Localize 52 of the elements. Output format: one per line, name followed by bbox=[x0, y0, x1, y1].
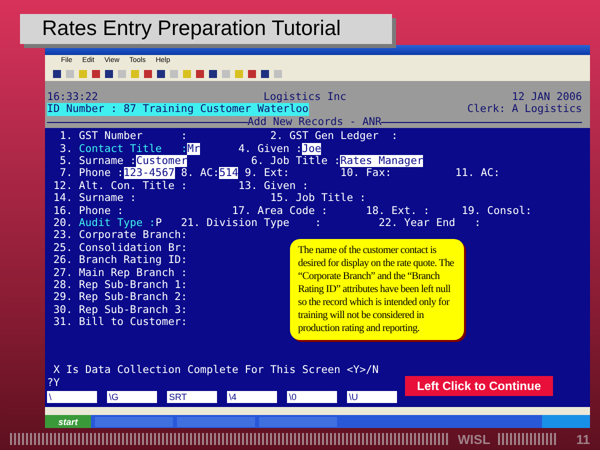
field-value: 123-4567 bbox=[124, 167, 175, 180]
callout-note: The name of the customer contact is desired for display on the rate quote. The “Corporate Branch” and the “Branch Rating ID” attributes have been left null so the record which is intended only for training will not be considered in production rating and reporting. bbox=[290, 239, 464, 340]
page-number: 11 bbox=[576, 432, 590, 446]
terminal-text: 30. Rep Sub-Branch 3: bbox=[52, 304, 188, 316]
continue-button[interactable]: Left Click to Continue bbox=[405, 376, 553, 396]
field-label: Audit Type : bbox=[78, 216, 156, 229]
taskbar-button[interactable] bbox=[95, 416, 173, 426]
terminal-prompt: X Is Data Collection Complete For This Screen <Y>/N bbox=[52, 364, 379, 376]
terminal-text: 29. Rep Sub-Branch 2: bbox=[52, 291, 188, 304]
terminal-answer: ?Y bbox=[47, 376, 60, 389]
field-value: Rates Manager bbox=[340, 155, 424, 167]
terminal-text: 31. Bill to Customer: bbox=[52, 316, 188, 328]
input-field[interactable]: \4 bbox=[227, 391, 277, 404]
input-field[interactable]: \0 bbox=[287, 391, 337, 404]
field-value: Joe bbox=[302, 142, 322, 155]
taskbar-button[interactable] bbox=[259, 416, 337, 426]
terminal-text: 16. Phone : 17. Area Code : 18. Ext. : 19. Consol: bbox=[52, 204, 532, 217]
input-field[interactable]: \U bbox=[347, 391, 397, 404]
field-value: 514 bbox=[219, 167, 238, 180]
terminal-text: 9. Ext: 10. Fax: 11. AC: bbox=[244, 167, 500, 180]
input-field[interactable]: \G bbox=[107, 391, 157, 404]
terminal-text: 14. Surname : 15. Job Title : bbox=[52, 192, 366, 204]
terminal-text: 28. Rep Sub-Branch 1: bbox=[52, 278, 188, 291]
input-field[interactable]: \ bbox=[47, 391, 97, 404]
terminal-text: 7. Phone : bbox=[58, 167, 124, 180]
system-tray bbox=[542, 415, 590, 428]
slide-title: Rates Entry Preparation Tutorial bbox=[20, 14, 392, 44]
terminal-text: 3. bbox=[58, 142, 74, 155]
terminal-text: P 21. Division Type : 22. Year End : bbox=[155, 216, 481, 229]
terminal-text: 8. AC: bbox=[180, 167, 220, 180]
screen-title: Add New Records - ANR bbox=[248, 116, 382, 128]
field-label: Contact Title : bbox=[78, 142, 188, 155]
field-value: Customer bbox=[136, 155, 188, 167]
terminal-time: 16:33:22 bbox=[47, 91, 98, 104]
terminal-text: 5. Surname : bbox=[58, 155, 136, 167]
field-value: Mr bbox=[187, 142, 200, 155]
start-button[interactable]: start bbox=[45, 415, 91, 428]
footer-org: WISL bbox=[458, 432, 490, 446]
terminal-text: 25. Consolidation Br: bbox=[52, 242, 188, 254]
terminal-text: 6. Job Title : bbox=[250, 155, 340, 167]
taskbar-button[interactable] bbox=[177, 416, 255, 426]
input-field[interactable]: SRT bbox=[167, 391, 217, 404]
terminal-text: 4. Given : bbox=[237, 142, 302, 155]
terminal-text: 1. GST Number : 2. GST Gen Ledger : bbox=[58, 130, 398, 142]
terminal-text: 20. bbox=[52, 216, 74, 229]
terminal-text: 27. Main Rep Branch : bbox=[52, 266, 188, 279]
terminal-company: Logistics Inc bbox=[263, 91, 346, 104]
terminal-text: 12. Alt. Con. Title : 13. Given : bbox=[52, 180, 308, 192]
terminal-clerk: Clerk: A Logistics bbox=[467, 103, 582, 116]
terminal-text: 26. Branch Rating ID: bbox=[52, 254, 188, 266]
terminal-text: 23. Corporate Branch: bbox=[52, 229, 188, 242]
terminal-date: 12 JAN 2006 bbox=[512, 91, 582, 104]
